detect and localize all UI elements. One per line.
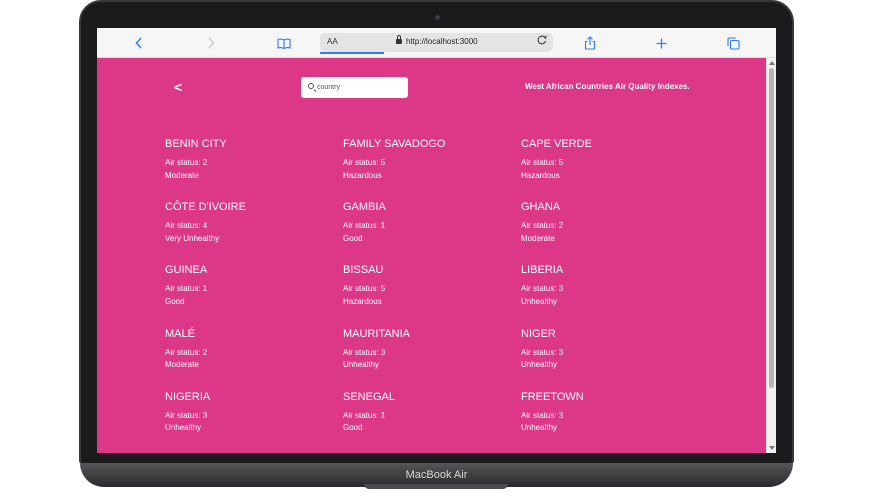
plus-icon[interactable]: [651, 34, 671, 52]
browser-toolbar: AA http://localhost:3000: [97, 28, 776, 58]
page-title: West African Countries Air Quality Index…: [525, 82, 690, 91]
country-card[interactable]: NIGER Air status: 3 Unhealthy: [521, 328, 699, 391]
air-status-text: Air status: 2: [165, 347, 208, 357]
country-name: FAMILY SAVADOGO: [343, 138, 446, 150]
air-status-text: Air status: 3: [165, 410, 208, 420]
country-card[interactable]: GAMBIA Air status: 1 Good: [343, 201, 521, 264]
scroll-up-arrow[interactable]: [769, 61, 775, 65]
device-label: MacBook Air: [405, 469, 468, 481]
reload-icon[interactable]: [537, 35, 547, 48]
air-status-text: Air status: 3: [521, 347, 564, 357]
search-icon: [308, 83, 314, 89]
country-card[interactable]: NIGERIA Air status: 3 Unhealthy: [165, 391, 343, 453]
country-name: NIGER: [521, 327, 556, 340]
country-card[interactable]: FAMILY SAVADOGO Air status: 5 Hazardous: [343, 138, 521, 201]
country-card[interactable]: GHANA Air status: 2 Moderate: [521, 201, 699, 264]
air-quality-level: Good: [343, 423, 363, 433]
url-text: http://localhost:3000: [406, 37, 478, 46]
country-card[interactable]: BISSAU Air status: 5 Hazardous: [343, 264, 521, 327]
country-name: CAPE VERDE: [521, 138, 592, 150]
country-name: MAURITANIA: [343, 327, 411, 340]
air-quality-level: Unhealthy: [165, 423, 202, 433]
load-progress-bar: [320, 52, 384, 54]
air-status-text: Air status: 5: [343, 284, 386, 294]
chevron-right-icon[interactable]: [201, 34, 221, 52]
air-quality-level: Unhealthy: [521, 296, 558, 306]
country-card[interactable]: SENEGAL Air status: 1 Good: [343, 391, 521, 453]
scroll-thumb[interactable]: [769, 68, 774, 388]
book-icon[interactable]: [274, 34, 294, 52]
air-quality-level: Moderate: [165, 360, 199, 370]
air-status-text: Air status: 3: [521, 410, 564, 420]
search-input[interactable]: [317, 80, 403, 94]
country-card[interactable]: CAPE VERDE Air status: 5 Hazardous: [521, 138, 699, 201]
air-status-text: Air status: 5: [343, 158, 386, 167]
back-link[interactable]: <: [174, 79, 182, 95]
air-status-text: Air status: 3: [343, 347, 386, 357]
country-name: NIGERIA: [165, 390, 211, 403]
country-name: BENIN CITY: [165, 138, 227, 150]
country-card[interactable]: FREETOWN Air status: 3 Unhealthy: [521, 391, 699, 453]
country-card[interactable]: MAURITANIA Air status: 3 Unhealthy: [343, 328, 521, 391]
air-quality-level: Unhealthy: [521, 423, 558, 433]
air-quality-level: Good: [343, 233, 363, 243]
address-bar[interactable]: AA http://localhost:3000: [320, 33, 553, 54]
air-status-text: Air status: 2: [165, 158, 208, 167]
air-quality-level: Moderate: [165, 170, 199, 180]
air-quality-level: Good: [165, 296, 185, 306]
page-content: < West African Countries Air Quality Ind…: [97, 58, 766, 453]
air-status-text: Air status: 4: [165, 221, 208, 231]
text-size-button[interactable]: AA: [327, 37, 338, 46]
tabs-icon[interactable]: [723, 34, 743, 52]
country-name: GUINEA: [165, 264, 208, 277]
scroll-down-arrow[interactable]: [769, 446, 775, 450]
lock-icon: [396, 35, 402, 45]
country-card[interactable]: BENIN CITY Air status: 2 Moderate: [165, 138, 343, 201]
share-icon[interactable]: [580, 34, 600, 52]
camera-dot: [435, 15, 440, 20]
country-card[interactable]: MALÉ Air status: 2 Moderate: [165, 328, 343, 391]
country-name: SENEGAL: [343, 390, 395, 403]
country-name: LIBERIA: [521, 264, 564, 277]
air-quality-level: Hazardous: [343, 170, 382, 180]
air-status-text: Air status: 5: [521, 158, 564, 167]
air-status-text: Air status: 1: [165, 284, 208, 294]
country-card[interactable]: GUINEA Air status: 1 Good: [165, 264, 343, 327]
air-quality-level: Unhealthy: [343, 360, 380, 370]
search-box[interactable]: [301, 77, 408, 98]
country-card[interactable]: LIBERIA Air status: 3 Unhealthy: [521, 264, 699, 327]
country-name: GAMBIA: [343, 201, 386, 214]
scrollbar[interactable]: [766, 58, 776, 453]
air-quality-level: Very Unhealthy: [165, 233, 220, 243]
country-card[interactable]: CÔTE D'IVOIRE Air status: 4 Very Unhealthy: [165, 201, 343, 264]
country-name: BISSAU: [343, 264, 384, 277]
country-name: GHANA: [521, 201, 561, 214]
air-status-text: Air status: 3: [521, 284, 564, 294]
country-name: FREETOWN: [521, 390, 584, 403]
air-quality-level: Hazardous: [521, 170, 560, 180]
air-quality-level: Hazardous: [343, 296, 382, 306]
air-status-text: Air status: 2: [521, 221, 564, 231]
air-quality-level: Moderate: [521, 233, 555, 243]
air-quality-level: Unhealthy: [521, 360, 558, 370]
country-grid: BENIN CITY Air status: 2 Moderate FAMILY SA…: [165, 138, 699, 453]
browser-screen: AA http://localhost:3000 < country West …: [97, 28, 776, 453]
laptop-mockup: AA http://localhost:3000 < country West …: [0, 0, 873, 501]
laptop-notch: [364, 484, 508, 489]
country-name: MALÉ: [165, 327, 195, 340]
chevron-left-icon[interactable]: [129, 34, 149, 52]
air-status-text: Air status: 1: [343, 410, 386, 420]
air-status-text: Air status: 1: [343, 221, 386, 231]
country-name: CÔTE D'IVOIRE: [165, 201, 246, 214]
